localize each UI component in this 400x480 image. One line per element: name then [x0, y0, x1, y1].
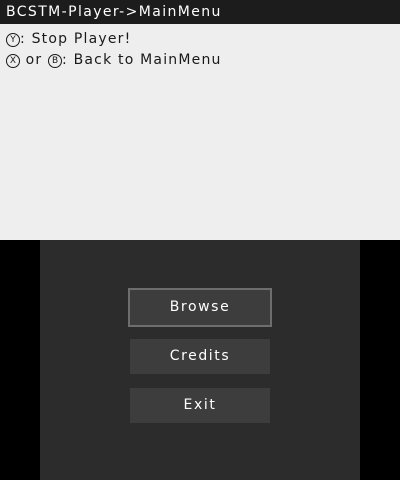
page-title: BCSTM-Player->MainMenu: [6, 4, 222, 20]
bottom-screen: Browse Credits Exit: [40, 240, 360, 480]
x-button-icon: X: [6, 54, 20, 68]
hint-or-text: or: [20, 52, 49, 68]
hint-stop-player: Y: Stop Player!: [6, 30, 131, 48]
hint-stop-player-text: : Stop Player!: [20, 31, 132, 47]
credits-button[interactable]: Credits: [130, 339, 270, 374]
exit-button[interactable]: Exit: [130, 388, 270, 423]
hint-back-text: : Back to MainMenu: [62, 52, 222, 68]
y-button-icon: Y: [6, 33, 20, 47]
b-button-icon: B: [48, 54, 63, 68]
top-screen: BCSTM-Player->MainMenu Y: Stop Player! X…: [0, 0, 400, 240]
title-bar: BCSTM-Player->MainMenu: [0, 0, 400, 24]
hint-back-to-main-menu: X or B: Back to MainMenu: [6, 51, 222, 69]
browse-button[interactable]: Browse: [128, 288, 272, 327]
